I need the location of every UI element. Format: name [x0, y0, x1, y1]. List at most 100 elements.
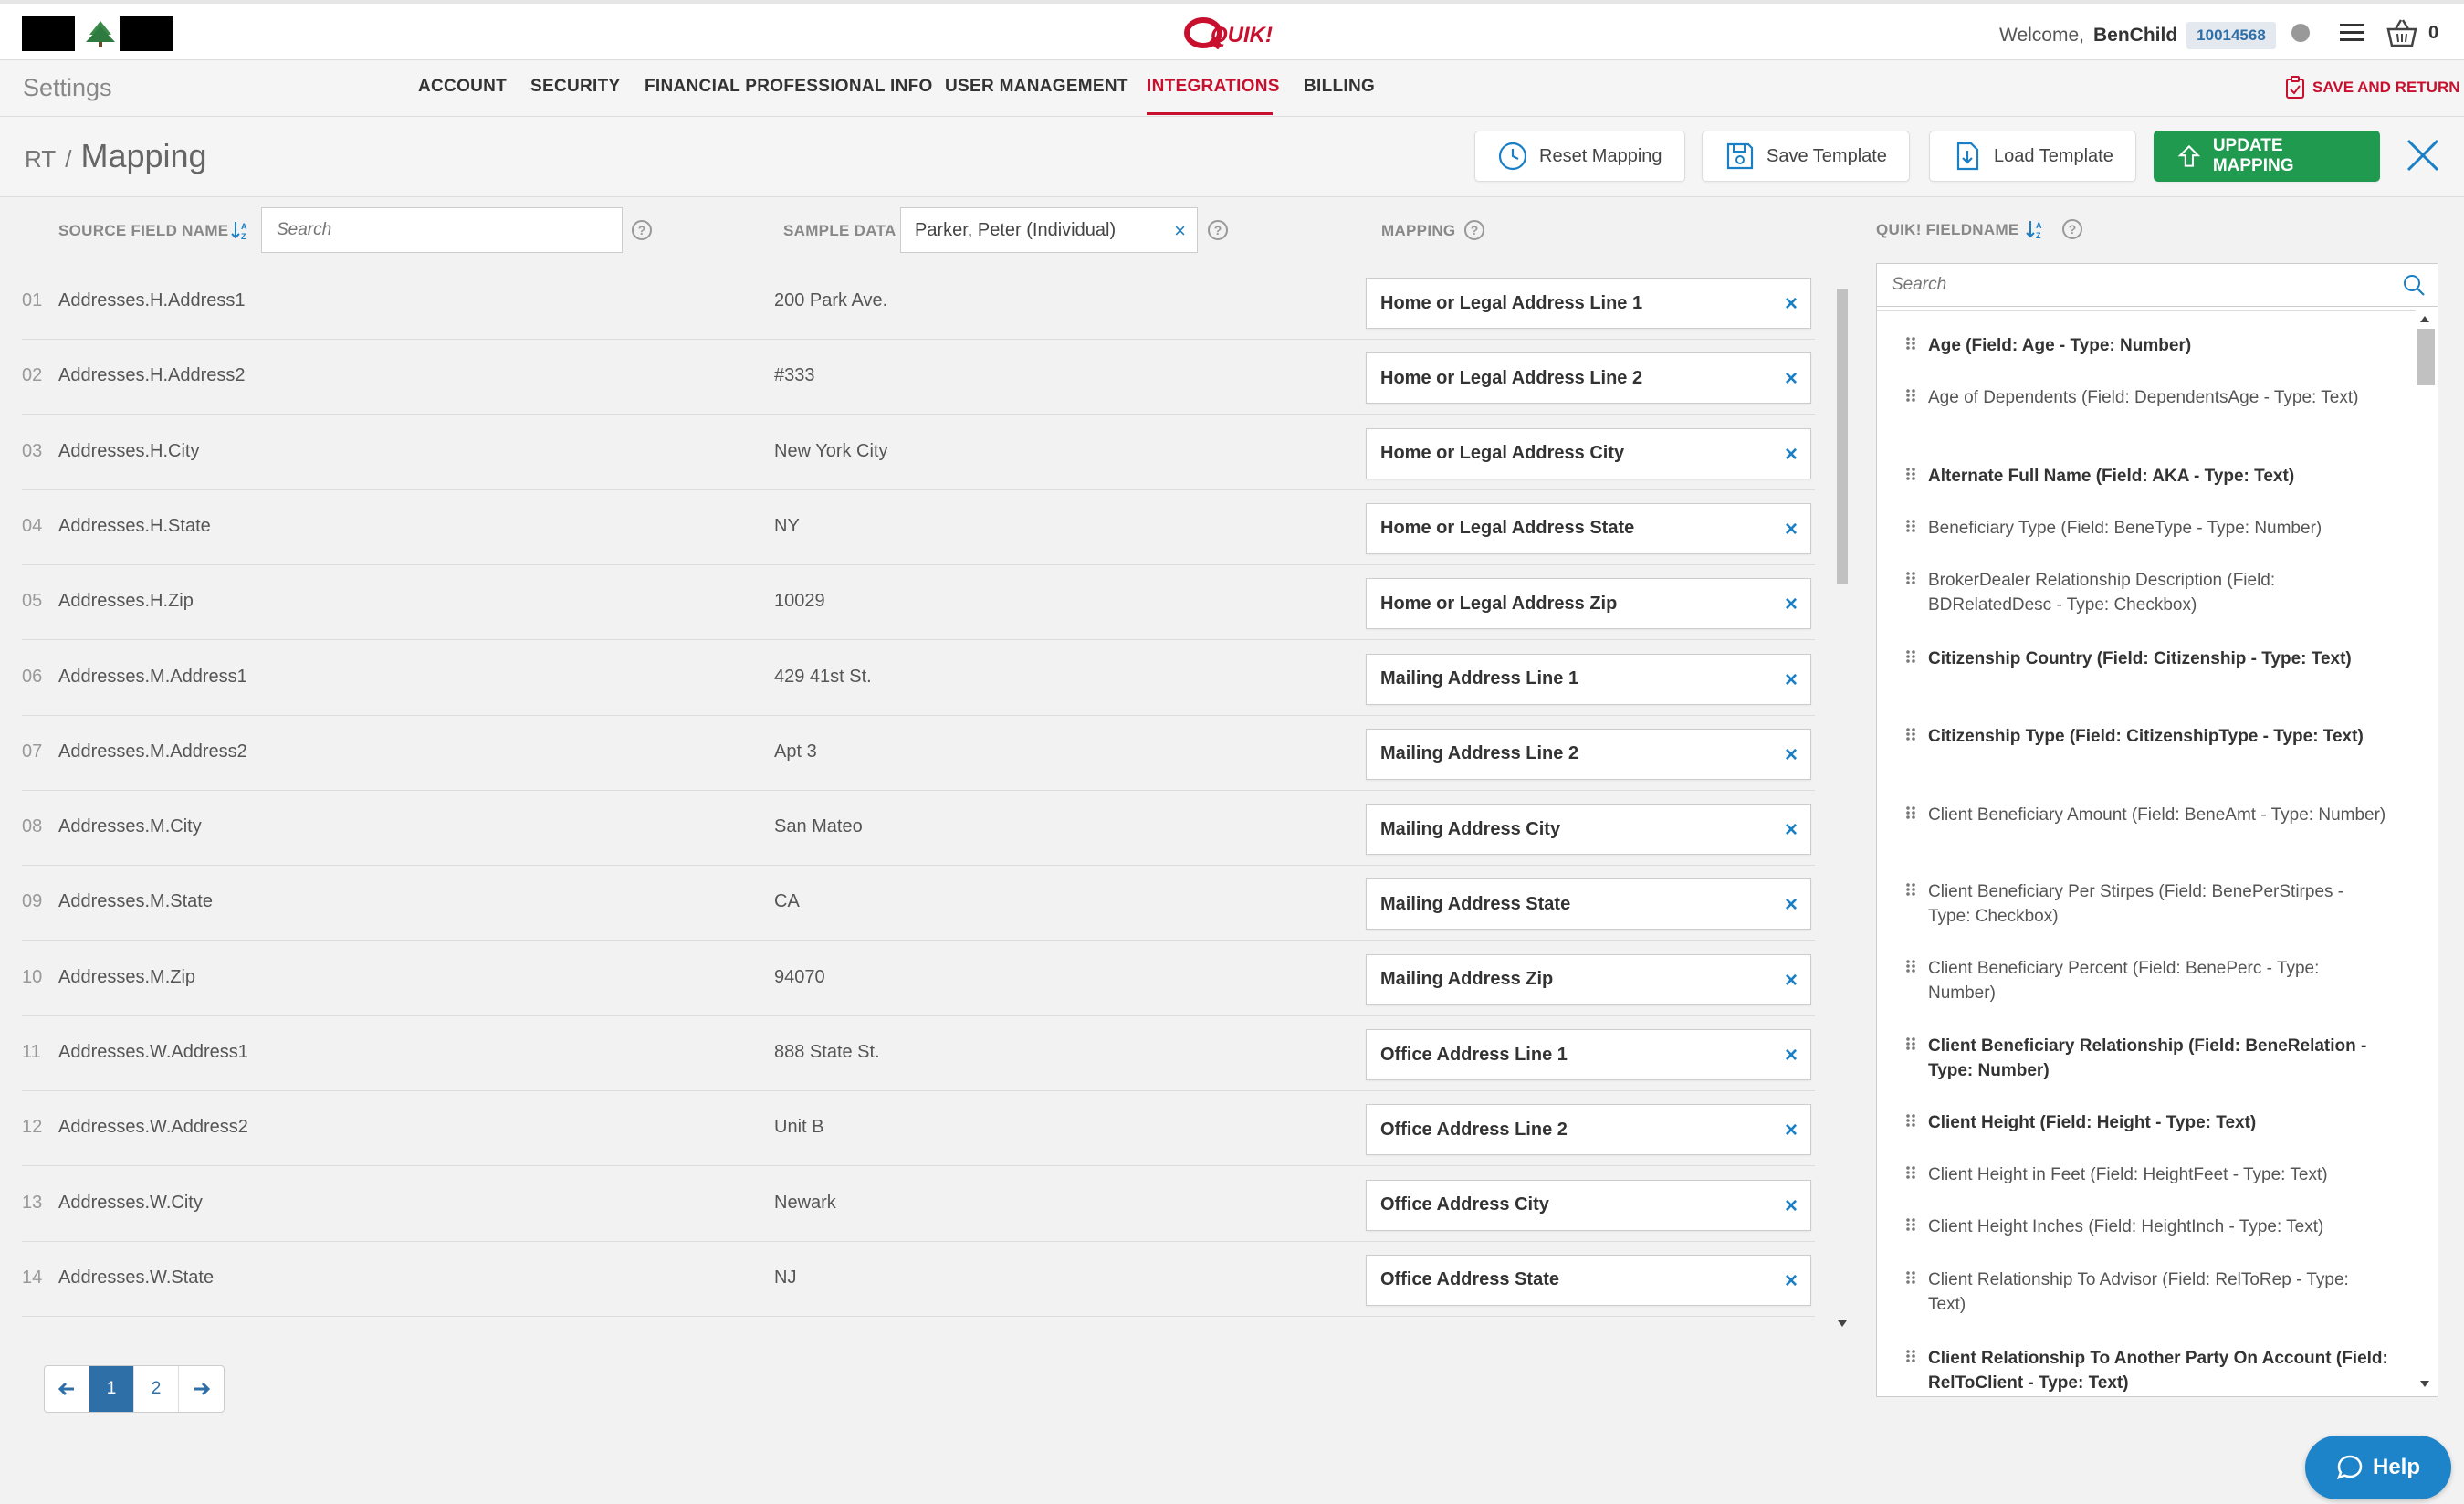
drag-handle-icon[interactable]: [1904, 1349, 1917, 1367]
tab-financial-professional-info[interactable]: FINANCIAL PROFESSIONAL INFO: [645, 77, 933, 97]
search-icon[interactable]: [2402, 273, 2426, 297]
mapping-field[interactable]: Mailing Address State ×: [1366, 878, 1811, 931]
mapping-help-icon[interactable]: ?: [1464, 220, 1484, 240]
quik-field-item[interactable]: Alternate Full Name (Field: AKA - Type: …: [1877, 464, 2388, 489]
quik-field-item[interactable]: Age (Field: Age - Type: Number): [1877, 333, 2388, 358]
source-help-icon[interactable]: ?: [632, 220, 652, 240]
mapping-field[interactable]: Office Address Line 1 ×: [1366, 1029, 1811, 1080]
save-and-return-button[interactable]: SAVE AND RETURN: [2285, 76, 2460, 100]
load-template-button[interactable]: Load Template: [1929, 131, 2136, 182]
remove-mapping-icon[interactable]: ×: [1785, 291, 1798, 317]
mapping-field[interactable]: Home or Legal Address Zip ×: [1366, 578, 1811, 630]
quik-brand-logo[interactable]: QUIK!: [1183, 15, 1278, 51]
quik-field-item[interactable]: Citizenship Country (Field: Citizenship …: [1877, 647, 2388, 671]
remove-mapping-icon[interactable]: ×: [1785, 968, 1798, 994]
quik-field-search-input[interactable]: [1876, 263, 2438, 307]
field-list-scroll-thumb[interactable]: [2417, 329, 2435, 385]
remove-mapping-icon[interactable]: ×: [1785, 892, 1798, 918]
drag-handle-icon[interactable]: [1904, 336, 1917, 354]
quik-field-item[interactable]: Age of Dependents (Field: DependentsAge …: [1877, 385, 2388, 410]
drag-handle-icon[interactable]: [1904, 1036, 1917, 1055]
mapping-field[interactable]: Home or Legal Address Line 2 ×: [1366, 352, 1811, 405]
remove-mapping-icon[interactable]: ×: [1785, 1118, 1798, 1143]
scroll-down-icon[interactable]: [2420, 1381, 2429, 1387]
quik-field-help-icon[interactable]: ?: [2062, 219, 2082, 239]
tab-user-management[interactable]: USER MANAGEMENT: [945, 77, 1128, 97]
tab-security[interactable]: SECURITY: [530, 77, 620, 97]
update-mapping-button[interactable]: UPDATE MAPPING: [2154, 131, 2380, 182]
mapping-scroll-thumb[interactable]: [1837, 289, 1848, 584]
mapping-field[interactable]: Home or Legal Address City ×: [1366, 427, 1811, 479]
sample-data-select[interactable]: Parker, Peter (Individual) ×: [900, 207, 1198, 253]
remove-mapping-icon[interactable]: ×: [1785, 1268, 1798, 1294]
drag-handle-icon[interactable]: [1904, 959, 1917, 977]
remove-mapping-icon[interactable]: ×: [1785, 742, 1798, 768]
scroll-up-icon[interactable]: [2420, 316, 2429, 322]
remove-mapping-icon[interactable]: ×: [1785, 1194, 1798, 1219]
page-1-button[interactable]: 1: [89, 1366, 134, 1412]
breadcrumb-prefix[interactable]: RT: [25, 145, 56, 173]
drag-handle-icon[interactable]: [1904, 467, 1917, 485]
mapping-field[interactable]: Home or Legal Address Line 1 ×: [1366, 278, 1811, 329]
drag-handle-icon[interactable]: [1904, 519, 1917, 537]
tab-integrations[interactable]: INTEGRATIONS: [1147, 77, 1280, 97]
close-icon[interactable]: [2405, 137, 2441, 174]
drag-handle-icon[interactable]: [1904, 882, 1917, 900]
save-template-button[interactable]: Save Template: [1702, 131, 1910, 182]
quik-field-item[interactable]: Client Height in Feet (Field: HeightFeet…: [1877, 1162, 2388, 1187]
sort-az-icon[interactable]: A Z: [230, 219, 252, 241]
quik-field-item[interactable]: Citizenship Type (Field: CitizenshipType…: [1877, 724, 2388, 749]
drag-handle-icon[interactable]: [1904, 1165, 1917, 1183]
user-name[interactable]: BenChild: [2093, 25, 2177, 47]
mapping-field[interactable]: Mailing Address Zip ×: [1366, 953, 1811, 1005]
mapping-field[interactable]: Mailing Address Line 1 ×: [1366, 653, 1811, 705]
mapping-field[interactable]: Office Address Line 2 ×: [1366, 1104, 1811, 1156]
quik-field-item[interactable]: BrokerDealer Relationship Description (F…: [1877, 568, 2388, 617]
remove-mapping-icon[interactable]: ×: [1785, 442, 1798, 468]
mapping-field[interactable]: Mailing Address City ×: [1366, 804, 1811, 856]
hamburger-menu-icon[interactable]: [2340, 22, 2364, 44]
mapping-field[interactable]: Mailing Address Line 2 ×: [1366, 728, 1811, 780]
drag-handle-icon[interactable]: [1904, 1270, 1917, 1288]
quik-field-item[interactable]: Beneficiary Type (Field: BeneType - Type…: [1877, 516, 2388, 541]
mapping-field[interactable]: Home or Legal Address State ×: [1366, 502, 1811, 554]
scroll-down-icon[interactable]: [1838, 1320, 1847, 1327]
help-button[interactable]: Help: [2305, 1436, 2451, 1499]
quik-field-item[interactable]: Client Beneficiary Per Stirpes (Field: B…: [1877, 879, 2388, 929]
quik-field-item[interactable]: Client Relationship To Another Party On …: [1877, 1346, 2388, 1395]
floppy-disk-icon: [1726, 142, 1754, 170]
drag-handle-icon[interactable]: [1904, 1217, 1917, 1236]
drag-handle-icon[interactable]: [1904, 649, 1917, 668]
drag-handle-icon[interactable]: [1904, 805, 1917, 824]
drag-handle-icon[interactable]: [1904, 727, 1917, 745]
quik-field-item[interactable]: Client Beneficiary Relationship (Field: …: [1877, 1034, 2388, 1083]
remove-mapping-icon[interactable]: ×: [1785, 1043, 1798, 1068]
quik-field-item[interactable]: Client Height (Field: Height - Type: Tex…: [1877, 1110, 2388, 1135]
basket-icon[interactable]: [2386, 18, 2417, 47]
tab-account[interactable]: ACCOUNT: [418, 77, 507, 97]
tab-billing[interactable]: BILLING: [1304, 77, 1375, 97]
drag-handle-icon[interactable]: [1904, 388, 1917, 406]
remove-mapping-icon[interactable]: ×: [1785, 817, 1798, 843]
mapping-scrollbar[interactable]: [1833, 283, 1851, 1333]
mapping-field[interactable]: Office Address City ×: [1366, 1179, 1811, 1231]
next-page-button[interactable]: [179, 1366, 224, 1412]
drag-handle-icon[interactable]: [1904, 1113, 1917, 1131]
quik-field-item[interactable]: Client Beneficiary Percent (Field: BeneP…: [1877, 956, 2388, 1005]
remove-mapping-icon[interactable]: ×: [1785, 517, 1798, 542]
clear-sample-icon[interactable]: ×: [1174, 219, 1186, 243]
reset-mapping-button[interactable]: Reset Mapping: [1474, 131, 1685, 182]
page-2-button[interactable]: 2: [134, 1366, 179, 1412]
quik-field-item[interactable]: Client Relationship To Advisor (Field: R…: [1877, 1267, 2388, 1317]
sort-az-icon[interactable]: A Z: [2025, 218, 2047, 240]
drag-handle-icon[interactable]: [1904, 571, 1917, 589]
remove-mapping-icon[interactable]: ×: [1785, 668, 1798, 693]
quik-field-item[interactable]: Client Height Inches (Field: HeightInch …: [1877, 1215, 2388, 1239]
quik-field-item[interactable]: Client Beneficiary Amount (Field: BeneAm…: [1877, 803, 2388, 827]
remove-mapping-icon[interactable]: ×: [1785, 366, 1798, 392]
mapping-field[interactable]: Office Address State ×: [1366, 1254, 1811, 1306]
sample-help-icon[interactable]: ?: [1208, 220, 1228, 240]
source-search-input[interactable]: [261, 207, 623, 253]
prev-page-button[interactable]: [45, 1366, 89, 1412]
remove-mapping-icon[interactable]: ×: [1785, 592, 1798, 617]
